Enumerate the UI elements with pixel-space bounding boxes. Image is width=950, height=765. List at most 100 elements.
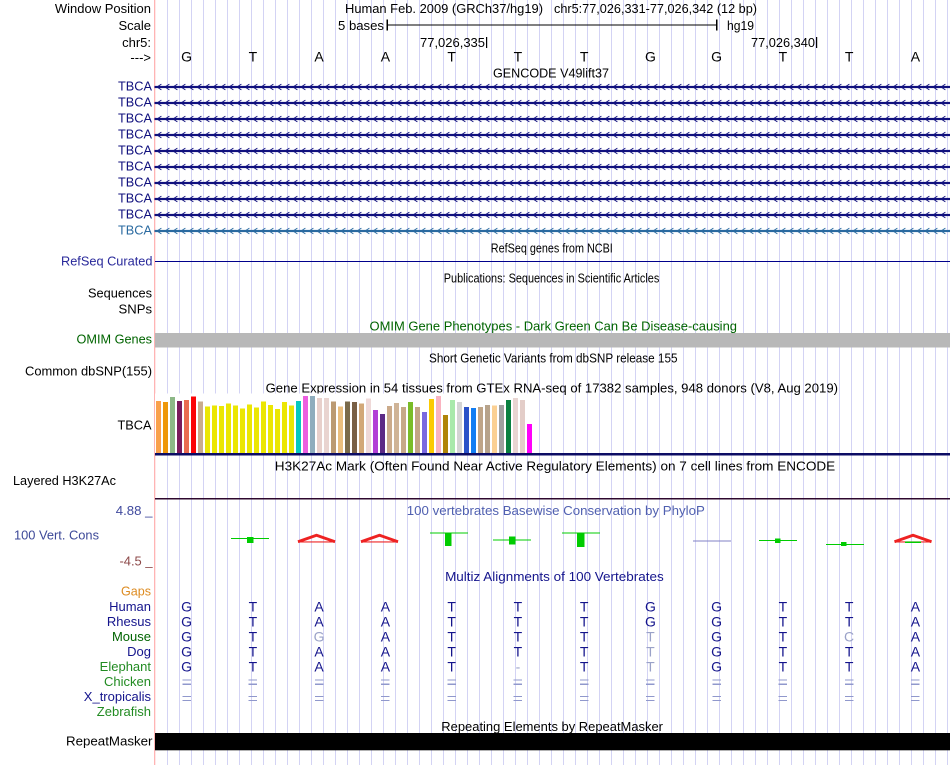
svg-text:TBCA: TBCA: [118, 111, 152, 126]
svg-text:G: G: [181, 644, 192, 660]
svg-text:T: T: [249, 599, 258, 615]
svg-text:A: A: [381, 614, 391, 630]
svg-text:Zebrafish: Zebrafish: [97, 704, 151, 719]
svg-text:X_tropicalis: X_tropicalis: [84, 689, 152, 704]
svg-text:T: T: [580, 644, 589, 660]
svg-text:T: T: [646, 659, 655, 675]
svg-text:100 Vert. Cons: 100 Vert. Cons: [14, 528, 99, 543]
svg-text:Rhesus: Rhesus: [107, 614, 152, 629]
svg-text:G: G: [711, 629, 722, 645]
svg-text:A: A: [314, 644, 324, 660]
svg-text:RefSeq genes from NCBI: RefSeq genes from NCBI: [491, 241, 613, 256]
svg-text:TBCA: TBCA: [118, 223, 152, 238]
svg-text:H3K27Ac Mark (Often Found Near: H3K27Ac Mark (Often Found Near Active Re…: [275, 459, 836, 474]
svg-text:G: G: [711, 49, 722, 65]
svg-text:T: T: [779, 629, 788, 645]
svg-text:T: T: [646, 629, 655, 645]
svg-text:Window Position: Window Position: [55, 1, 151, 16]
svg-text:A: A: [381, 659, 391, 675]
svg-text:T: T: [514, 599, 523, 615]
svg-text:TBCA: TBCA: [118, 418, 152, 433]
svg-text:G: G: [181, 49, 192, 65]
svg-text:A: A: [381, 644, 391, 660]
svg-text:Elephant: Elephant: [100, 659, 152, 674]
svg-text:T: T: [779, 614, 788, 630]
svg-text:T: T: [845, 49, 854, 65]
svg-text:G: G: [645, 49, 656, 65]
svg-text:TBCA: TBCA: [118, 127, 152, 142]
svg-text:A: A: [911, 659, 921, 675]
svg-text:G: G: [314, 629, 325, 645]
svg-text:T: T: [514, 614, 523, 630]
svg-text:T: T: [447, 659, 456, 675]
svg-text:4.88 _: 4.88 _: [116, 503, 153, 518]
svg-text:T: T: [845, 614, 854, 630]
svg-text:TBCA: TBCA: [118, 207, 152, 222]
svg-text:T: T: [779, 49, 788, 65]
svg-text:G: G: [711, 614, 722, 630]
svg-text:Chicken: Chicken: [104, 674, 151, 689]
svg-text:T: T: [447, 614, 456, 630]
svg-text:Mouse: Mouse: [112, 629, 151, 644]
svg-text:chr5:: chr5:: [122, 35, 151, 50]
svg-text:A: A: [381, 49, 391, 65]
svg-text:RefSeq Curated: RefSeq Curated: [61, 254, 153, 269]
svg-text:G: G: [711, 599, 722, 615]
svg-text:100 vertebrates Basewise Conse: 100 vertebrates Basewise Conservation by…: [407, 503, 705, 518]
svg-text:TBCA: TBCA: [118, 143, 152, 158]
svg-text:T: T: [845, 644, 854, 660]
svg-text:T: T: [514, 49, 523, 65]
svg-text:T: T: [249, 629, 258, 645]
svg-text:-: -: [516, 659, 521, 675]
svg-text:A: A: [314, 49, 324, 65]
svg-text:G: G: [181, 599, 192, 615]
svg-text:T: T: [249, 659, 258, 675]
svg-text:Repeating Elements by RepeatMa: Repeating Elements by RepeatMasker: [441, 719, 663, 734]
svg-text:A: A: [911, 49, 921, 65]
svg-text:Short Genetic Variants from db: Short Genetic Variants from dbSNP releas…: [429, 351, 678, 366]
svg-text:TBCA: TBCA: [118, 175, 152, 190]
svg-text:T: T: [580, 614, 589, 630]
svg-text:-4.5 _: -4.5 _: [120, 554, 154, 569]
svg-text:OMIM Gene Phenotypes - Dark Gr: OMIM Gene Phenotypes - Dark Green Can Be…: [370, 319, 738, 334]
svg-text:T: T: [779, 599, 788, 615]
svg-text:--->: --->: [130, 50, 151, 65]
svg-text:Scale: Scale: [118, 18, 151, 33]
svg-text:T: T: [249, 49, 258, 65]
svg-text:GENCODE V49lift37: GENCODE V49lift37: [493, 66, 609, 81]
svg-text:TBCA: TBCA: [118, 159, 152, 174]
svg-text:T: T: [845, 599, 854, 615]
svg-text:Dog: Dog: [127, 644, 151, 659]
svg-text:Gene Expression in 54 tissues: Gene Expression in 54 tissues from GTEx …: [266, 381, 838, 396]
svg-text:T: T: [447, 644, 456, 660]
svg-text:OMIM Genes: OMIM Genes: [77, 332, 153, 347]
svg-text:G: G: [181, 614, 192, 630]
svg-text:hg19: hg19: [727, 18, 754, 33]
svg-text:G: G: [711, 659, 722, 675]
svg-text:SNPs: SNPs: [119, 302, 153, 317]
svg-text:A: A: [911, 599, 921, 615]
svg-text:Gaps: Gaps: [121, 584, 151, 599]
svg-text:T: T: [447, 599, 456, 615]
svg-text:Human: Human: [109, 599, 151, 614]
svg-text:TBCA: TBCA: [118, 79, 152, 94]
svg-text:C: C: [844, 629, 854, 645]
svg-text:5 bases: 5 bases: [338, 18, 384, 33]
svg-text:Layered H3K27Ac: Layered H3K27Ac: [13, 473, 116, 488]
svg-text:T: T: [580, 49, 589, 65]
svg-text:T: T: [580, 659, 589, 675]
svg-text:A: A: [381, 629, 391, 645]
svg-text:Publications: Sequences in Sci: Publications: Sequences in Scientific Ar…: [444, 271, 660, 286]
svg-text:A: A: [314, 614, 324, 630]
svg-text:A: A: [911, 629, 921, 645]
svg-text:T: T: [447, 49, 456, 65]
svg-text:chr5:77,026,331-77,026,342 (12: chr5:77,026,331-77,026,342 (12 bp): [554, 1, 757, 16]
svg-text:T: T: [779, 659, 788, 675]
svg-text:TBCA: TBCA: [118, 191, 152, 206]
svg-text:T: T: [779, 644, 788, 660]
svg-text:T: T: [447, 629, 456, 645]
svg-text:A: A: [314, 659, 324, 675]
svg-text:T: T: [514, 629, 523, 645]
svg-text:T: T: [646, 644, 655, 660]
svg-text:TBCA: TBCA: [118, 95, 152, 110]
